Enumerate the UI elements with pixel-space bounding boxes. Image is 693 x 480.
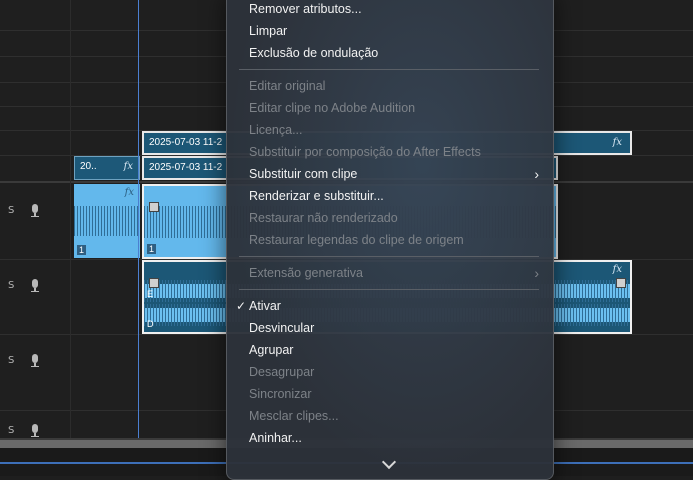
lane-letter: D bbox=[147, 319, 154, 329]
menu-item-license: Licença... bbox=[249, 123, 303, 137]
menu-item-restore-unrendered: Restaurar não renderizado bbox=[249, 211, 398, 225]
microphone-icon[interactable] bbox=[31, 204, 39, 217]
clip-context-menu[interactable]: Remover atributos... Limpar Exclusão de … bbox=[226, 0, 554, 480]
menu-item-remove-attributes[interactable]: Remover atributos... bbox=[227, 0, 553, 20]
menu-item-restore-captions: Restaurar legendas do clipe de origem bbox=[249, 233, 464, 247]
menu-item-merge-clips: Mesclar clipes... bbox=[249, 409, 339, 423]
microphone-icon[interactable] bbox=[31, 279, 39, 292]
solo-toggle-a3[interactable]: S bbox=[8, 355, 14, 366]
chevron-right-icon: › bbox=[534, 265, 539, 281]
menu-item-generative-extend: Extensão generativa › bbox=[227, 262, 553, 284]
fx-badge-icon: fx bbox=[612, 264, 622, 275]
fx-badge-icon: fx bbox=[612, 137, 622, 148]
menu-item-enable[interactable]: ✓ Ativar bbox=[227, 295, 553, 317]
menu-item-replace-with-clip[interactable]: Substituir com clipe › bbox=[227, 163, 553, 185]
solo-toggle-a2[interactable]: S bbox=[8, 280, 14, 291]
playhead-line[interactable] bbox=[138, 0, 139, 440]
fx-badge-icon: fx bbox=[124, 187, 134, 198]
keyframe-icon bbox=[616, 278, 626, 288]
menu-item-render-and-replace[interactable]: Renderizar e substituir... bbox=[227, 185, 553, 207]
fx-badge-icon: fx bbox=[123, 161, 133, 172]
audio-clip-a1-left[interactable]: fx 1 bbox=[74, 184, 140, 258]
clip-name: 2025-07-03 11-2 bbox=[149, 137, 223, 148]
menu-item-edit-in-audition: Editar clipe no Adobe Audition bbox=[249, 101, 416, 115]
waveform bbox=[74, 206, 140, 236]
keyframe-icon bbox=[149, 278, 159, 288]
menu-item-group[interactable]: Agrupar bbox=[227, 339, 553, 361]
solo-toggle-a1[interactable]: S bbox=[8, 205, 14, 216]
menu-separator bbox=[239, 256, 539, 257]
microphone-icon[interactable] bbox=[31, 354, 39, 367]
keyframe-icon bbox=[149, 202, 159, 212]
menu-item-edit-original: Editar original bbox=[249, 79, 326, 93]
menu-item-synchronize: Sincronizar bbox=[249, 387, 312, 401]
clip-channel-number: 1 bbox=[77, 245, 87, 255]
track-header-edge bbox=[70, 0, 71, 440]
menu-separator bbox=[239, 69, 539, 70]
clip-name: 2025-07-03 11-2 bbox=[149, 162, 223, 173]
microphone-icon[interactable] bbox=[31, 424, 39, 437]
video-clip-v1-short[interactable]: 20.. fx bbox=[74, 156, 140, 180]
menu-item-ungroup: Desagrupar bbox=[249, 365, 315, 379]
solo-toggle-a4[interactable]: S bbox=[8, 425, 14, 436]
menu-item-ripple-delete[interactable]: Exclusão de ondulação bbox=[227, 42, 553, 64]
menu-item-replace-ae-comp: Substituir por composição do After Effec… bbox=[249, 145, 481, 159]
lane-letter: E bbox=[147, 289, 154, 299]
chevron-down-icon[interactable] bbox=[381, 454, 397, 470]
checkmark-icon: ✓ bbox=[236, 299, 247, 313]
menu-separator bbox=[239, 289, 539, 290]
clip-name: 20.. bbox=[80, 161, 97, 172]
menu-item-unlink[interactable]: Desvincular bbox=[227, 317, 553, 339]
menu-item-nest[interactable]: Aninhar... bbox=[227, 427, 553, 449]
chevron-right-icon: › bbox=[534, 166, 539, 182]
menu-item-clear[interactable]: Limpar bbox=[227, 20, 553, 42]
clip-channel-number: 1 bbox=[147, 244, 157, 254]
